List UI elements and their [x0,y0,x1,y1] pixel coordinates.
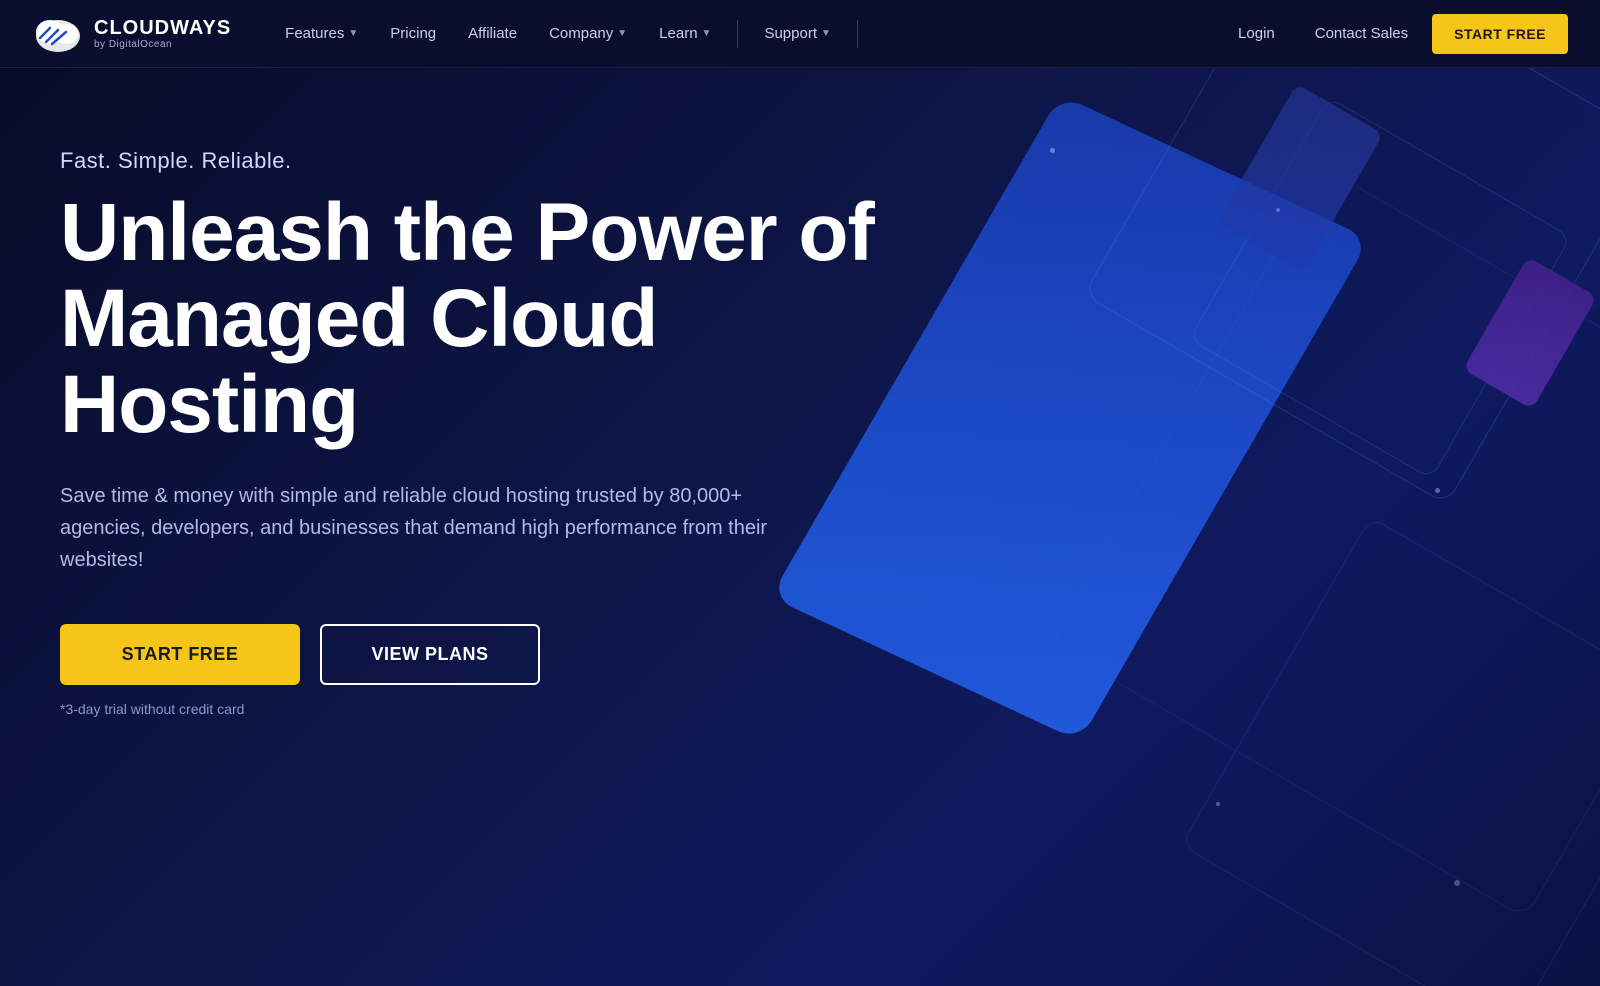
nav-pricing[interactable]: Pricing [376,17,450,50]
hex-outline-2 [1189,97,1571,479]
hero-tagline: Fast. Simple. Reliable. [60,148,874,174]
cloudways-logo-icon [32,12,84,56]
dot-2 [1276,208,1280,212]
nav-divider-left [737,20,738,48]
company-chevron-icon: ▼ [617,28,627,39]
navbar: CLOUDWAYS by DigitalOcean Features ▼ Pri… [0,0,1600,68]
hex-outline-4 [1049,167,1600,918]
dot-3 [1435,488,1440,493]
hex-outline-1 [1083,68,1600,505]
logo[interactable]: CLOUDWAYS by DigitalOcean [32,12,231,56]
nav-links: Features ▼ Pricing Affiliate Company ▼ L… [271,17,1222,50]
logo-brand-name: CLOUDWAYS [94,17,231,39]
logo-sub-text: by DigitalOcean [94,39,231,50]
hex-outline-3 [1180,516,1600,986]
nav-company[interactable]: Company ▼ [535,17,641,50]
small-shape-1 [1217,84,1384,273]
nav-login[interactable]: Login [1222,17,1291,50]
learn-chevron-icon: ▼ [702,28,712,39]
hero-content: Fast. Simple. Reliable. Unleash the Powe… [60,148,874,717]
hero-cta-buttons: START FREE VIEW PLANS [60,624,874,685]
support-chevron-icon: ▼ [821,28,831,39]
hero-section: Fast. Simple. Reliable. Unleash the Powe… [0,68,1600,986]
nav-contact-sales[interactable]: Contact Sales [1299,17,1424,50]
hero-trial-note: *3-day trial without credit card [60,701,874,717]
hero-view-plans-button[interactable]: VIEW PLANS [320,624,540,685]
nav-affiliate[interactable]: Affiliate [454,17,531,50]
purple-shape [1463,257,1597,410]
dot-4 [1216,802,1220,806]
nav-right-actions: Login Contact Sales START FREE [1222,14,1568,54]
nav-support[interactable]: Support ▼ [750,17,844,50]
nav-features[interactable]: Features ▼ [271,17,372,50]
nav-learn[interactable]: Learn ▼ [645,17,725,50]
hero-description: Save time & money with simple and reliab… [60,480,780,576]
dot-1 [1050,148,1055,153]
dot-5 [1454,880,1460,886]
nav-start-free-button[interactable]: START FREE [1432,14,1568,54]
nav-divider-right [857,20,858,48]
hero-title: Unleash the Power of Managed Cloud Hosti… [60,190,874,448]
logo-text: CLOUDWAYS by DigitalOcean [94,17,231,50]
hero-start-free-button[interactable]: START FREE [60,624,300,685]
features-chevron-icon: ▼ [348,28,358,39]
